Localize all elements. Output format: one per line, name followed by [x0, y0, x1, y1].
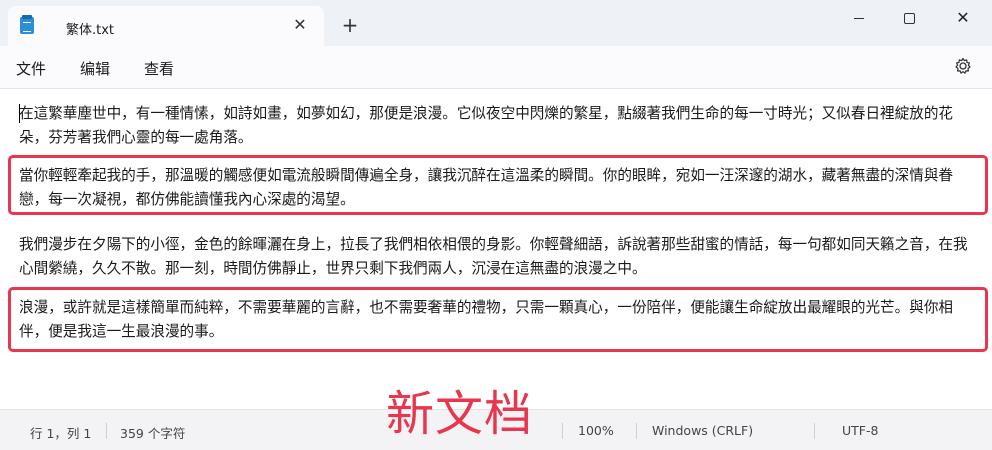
gear-icon[interactable] [953, 56, 973, 76]
tab-close-button[interactable]: ✕ [290, 15, 310, 35]
notepad-icon [20, 15, 34, 34]
menu-edit[interactable]: 编辑 [80, 58, 110, 79]
menu-file[interactable]: 文件 [16, 58, 46, 79]
status-divider [814, 423, 815, 439]
maximize-button[interactable] [886, 6, 932, 30]
cursor-position: 行 1，列 1 [30, 426, 92, 441]
zoom-level[interactable]: 100% [578, 423, 614, 438]
document-tab[interactable]: 繁体.txt ✕ [8, 6, 324, 46]
tab-title: 繁体.txt [66, 23, 115, 38]
maximize-icon [903, 12, 915, 24]
paragraph-4[interactable]: 浪漫，或許就是這樣簡單而純粹，不需要華麗的言辭，也不需要奢華的禮物，只需一顆真心… [19, 296, 979, 344]
new-tab-button[interactable]: + [340, 15, 360, 35]
encoding[interactable]: UTF-8 [842, 423, 878, 438]
paragraph-3[interactable]: 我們漫步在夕陽下的小徑，金色的餘暉灑在身上，拉長了我們相依相偎的身影。你輕聲細語… [19, 233, 979, 281]
minimize-icon [854, 17, 864, 19]
paragraph-2[interactable]: 當你輕輕牽起我的手，那溫暖的觸感便如電流般瞬間傳遍全身，讓我沉醉在這溫柔的瞬間。… [19, 164, 979, 212]
status-divider [106, 423, 107, 439]
line-ending[interactable]: Windows (CRLF) [652, 423, 753, 438]
character-count: 359 个字符 [120, 426, 186, 441]
minimize-button[interactable] [836, 6, 882, 30]
watermark-label: 新文档 [386, 386, 534, 442]
close-button[interactable]: ✕ [940, 6, 986, 30]
paragraph-1[interactable]: 在這繁華塵世中，有一種情愫，如詩如畫，如夢如幻，那便是浪漫。它似夜空中閃爍的繁星… [19, 102, 979, 150]
text-caret [19, 104, 20, 123]
status-divider [562, 423, 563, 439]
status-divider [636, 423, 637, 439]
menu-view[interactable]: 查看 [144, 58, 174, 79]
menu-bar: 文件 编辑 查看 [0, 46, 992, 88]
title-bar: 繁体.txt ✕ + ✕ [0, 0, 992, 46]
